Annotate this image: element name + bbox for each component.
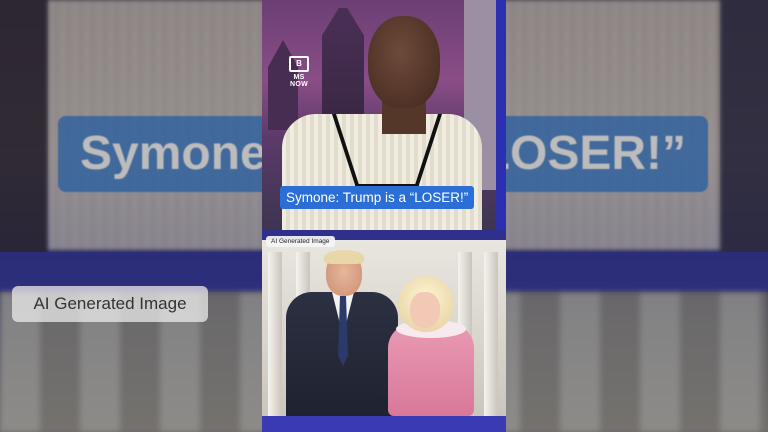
ai-image-frame — [262, 240, 506, 416]
bottom-blue-bar — [262, 416, 506, 432]
woman-face — [410, 292, 440, 328]
marble-column — [484, 252, 498, 416]
illustrated-woman — [388, 276, 474, 416]
news-studio-frame: B MS NOW Symone: Trump is a “LOSER!” — [262, 0, 506, 230]
anchor-head — [368, 16, 440, 108]
video-caption: Symone: Trump is a “LOSER!” — [280, 186, 475, 209]
studio-blue-strip — [496, 0, 506, 230]
ai-generated-label: AI Generated Image — [266, 236, 335, 247]
blurred-caption-left: Symone: — [80, 127, 283, 180]
man-hair — [324, 250, 364, 264]
video-frame[interactable]: B MS NOW Symone: Trump is a “LOSER!” AI … — [262, 0, 506, 432]
blurred-background-left-edge — [0, 0, 48, 252]
blurred-ai-label: AI Generated Image — [12, 286, 208, 322]
shorts-player[interactable]: Symone: “LOSER!” AI Generated Image B MS… — [0, 0, 768, 432]
marble-column — [268, 252, 282, 416]
blurred-background-right-edge — [720, 0, 768, 252]
illustrated-man — [286, 250, 398, 416]
